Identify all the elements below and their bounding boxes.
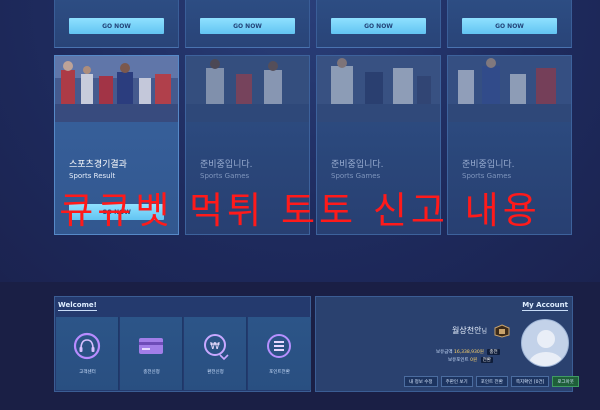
logout-button[interactable]: 로그아웃 [552, 376, 579, 387]
bet-history-button[interactable]: 주판인 보기 [440, 376, 473, 387]
top-card-4: GO NOW [447, 0, 572, 48]
point-exchange-button[interactable]: 포인트 전환 [475, 376, 508, 387]
sports-photo [186, 56, 309, 122]
card-title: 준비중입니다. [462, 160, 515, 170]
svg-text:₩: ₩ [210, 341, 220, 352]
card-subtitle: Sports Games [462, 172, 512, 180]
go-now-button[interactable]: GO NOW [200, 18, 295, 34]
card-title: 준비중입니다. [200, 160, 253, 170]
messages-button[interactable]: 쪽지확인 [0건] [510, 376, 550, 387]
go-now-button[interactable]: GO NOW [331, 18, 426, 34]
top-card-3: GO NOW [316, 0, 441, 48]
tile-label: 충전신청 [143, 370, 160, 375]
level-badge-icon [494, 324, 510, 338]
edit-info-button[interactable]: 내 정보 수정 [404, 376, 438, 387]
card-title: 스포츠경기결과 [69, 160, 127, 170]
tile-deposit[interactable]: 충전신청 [120, 317, 183, 390]
headset-icon [73, 332, 101, 360]
top-card-row: GO NOW GO NOW GO NOW GO NOW [54, 0, 590, 48]
card-title: 준비중입니다. [331, 160, 384, 170]
card-subtitle: Sports Games [331, 172, 381, 180]
point-row: 보유포인트 0원 전환 [448, 357, 493, 363]
account-actions: 내 정보 수정 주판인 보기 포인트 전환 쪽지확인 [0건] 로그아웃 [404, 376, 579, 387]
top-card-1: GO NOW [54, 0, 179, 48]
tile-label: 환전신청 [207, 370, 224, 375]
tile-point-exchange[interactable]: 포인트전환 [248, 317, 311, 390]
my-account-panel: My Account 월상천안님 보유금액 16,338,930원 충전 보유포… [315, 296, 579, 392]
card-icon [139, 338, 163, 354]
account-title: My Account [522, 301, 568, 311]
quick-menu: 고객센터 충전신청 ₩ 환전신청 포인트전환 [56, 317, 311, 390]
avatar [521, 319, 569, 367]
won-coin-icon: ₩ [204, 334, 229, 361]
tile-withdraw[interactable]: ₩ 환전신청 [184, 317, 247, 390]
exchange-icon [267, 334, 291, 358]
tile-label: 고객센터 [79, 370, 96, 375]
top-card-2: GO NOW [185, 0, 310, 48]
card-subtitle: Sports Games [200, 172, 250, 180]
username: 월상천안님 [452, 326, 487, 335]
go-now-button[interactable]: GO NOW [462, 18, 557, 34]
welcome-title: Welcome! [58, 301, 97, 311]
convert-tag[interactable]: 전환 [480, 357, 493, 363]
balance-row: 보유금액 16,338,930원 충전 [436, 349, 500, 355]
tile-customer-center[interactable]: 고객센터 [56, 317, 119, 390]
tile-label: 포인트전환 [269, 370, 290, 375]
sports-photo [448, 56, 571, 122]
sports-photo [317, 56, 440, 122]
go-now-button[interactable]: GO NOW [69, 18, 164, 34]
sports-photo [55, 56, 178, 122]
sports-section: GO NOW GO NOW GO NOW GO NOW 스포츠경기결과 Spor… [0, 0, 600, 282]
watermark-text: 큐큐벳 먹튀 토토 신고 내용 [59, 189, 541, 232]
deposit-tag[interactable]: 충전 [487, 349, 500, 355]
card-subtitle: Sports Result [69, 172, 116, 180]
welcome-panel: Welcome! 고객센터 충전신청 ₩ 환전신청 포인트전환 [54, 296, 311, 392]
